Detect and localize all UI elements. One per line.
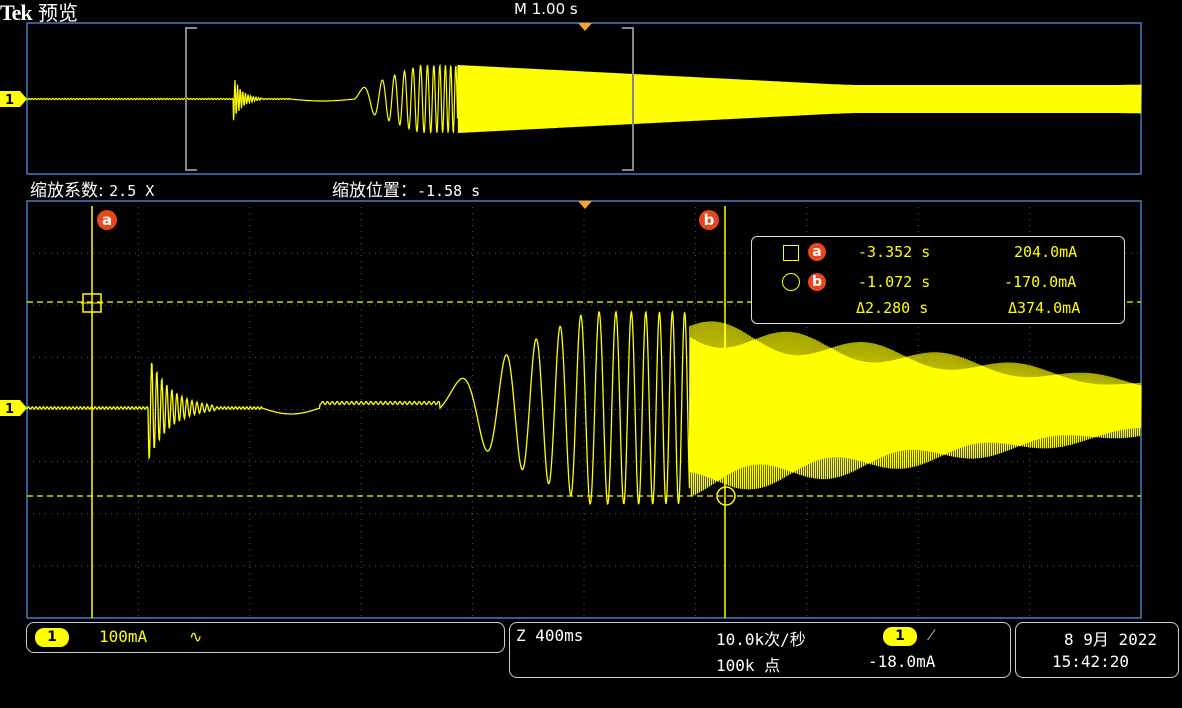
channel1-badge: 1 (35, 628, 69, 647)
zoom-factor: 缩放系数: 2.5 X (30, 176, 154, 201)
date-time-panel[interactable]: 8 9月 2022 15:42:20 (1015, 622, 1179, 678)
zoom-timebase: Z 400ms (516, 626, 584, 645)
cursor-delta-value: Δ374.0mA (1008, 299, 1081, 317)
channel1-scale: 100mA (99, 627, 148, 646)
cursor-b-value: -170.0mA (1004, 273, 1077, 291)
zoom-factor-value: 2.5 X (109, 182, 155, 200)
zoom-position: 缩放位置：-1.58 s (332, 176, 480, 201)
date: 8 9月 2022 (1064, 630, 1158, 649)
cursor-a-time: -3.352 s (858, 243, 931, 261)
record-length: 100k 点 (716, 656, 781, 675)
square-cursor-icon (783, 245, 799, 261)
channel-marker-label-zoom: 1 (5, 402, 14, 417)
cursor-delta-time: Δ2.280 s (856, 299, 929, 317)
cursor-a-value: 204.0mA (1014, 243, 1078, 261)
circle-cursor-icon (782, 273, 800, 291)
acquisition-panel[interactable]: Z 400ms 10.0k次/秒 100k 点 1 ⁄ -18.0mA (509, 622, 1011, 678)
trigger-level: -18.0mA (868, 652, 936, 671)
sample-rate: 10.0k次/秒 (716, 630, 806, 649)
cursor-a-badge[interactable]: a (97, 210, 117, 230)
overview-waveform-window[interactable]: 1 (0, 0, 1182, 178)
channel-marker-label: 1 (5, 93, 14, 108)
cursor-readout-panel[interactable]: a -3.352 s 204.0mA b -1.072 s -170.0mA Δ… (751, 236, 1125, 324)
zoom-position-value: -1.58 s (417, 182, 481, 200)
cursor-a-readout-badge: a (808, 243, 826, 261)
trigger-channel-badge: 1 (883, 627, 917, 646)
channel1-settings-panel[interactable]: 1 100mA ∿ (26, 622, 505, 653)
cursor-b-readout-badge: b (808, 273, 826, 291)
zoom-factor-label: 缩放系数: (30, 181, 110, 201)
coupling-icon: ∿ (189, 627, 203, 646)
zoom-position-label: 缩放位置： (332, 181, 417, 201)
cursor-b-badge[interactable]: b (699, 210, 719, 230)
time: 15:42:20 (1052, 652, 1130, 671)
cursor-b-time: -1.072 s (858, 273, 931, 291)
trigger-slope-icon: ⁄ (930, 625, 933, 644)
